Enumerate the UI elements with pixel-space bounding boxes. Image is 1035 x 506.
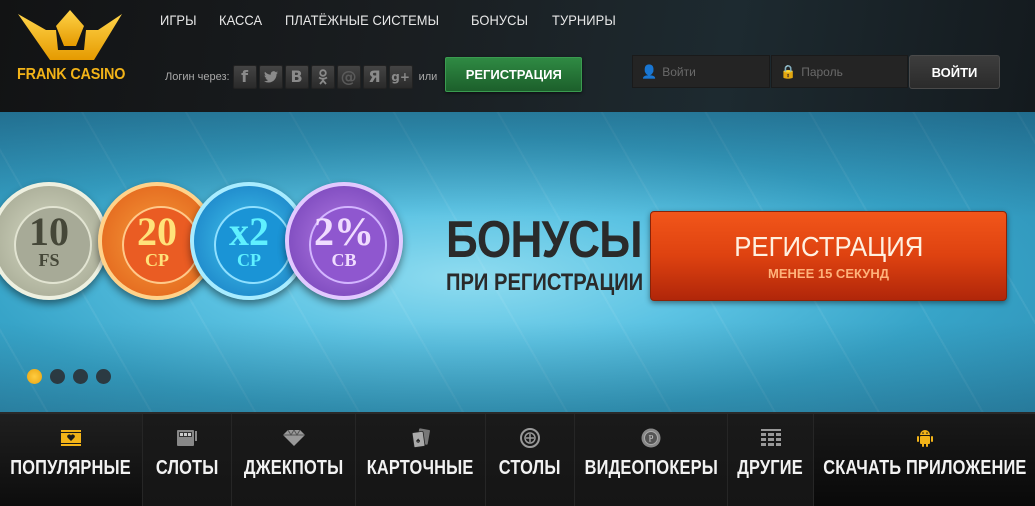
- category-label: СЛОТЫ: [155, 457, 219, 479]
- slider-dot[interactable]: [96, 369, 111, 384]
- user-icon: 👤: [641, 63, 658, 79]
- category-label: СКАЧАТЬ ПРИЛОЖЕНИЕ: [822, 457, 1027, 479]
- chip-cashback: 2% CB: [285, 182, 403, 300]
- chip-value: x2: [229, 209, 269, 254]
- username-input[interactable]: [662, 64, 763, 79]
- slider-dot[interactable]: [73, 369, 88, 384]
- category-label: СТОЛЫ: [499, 457, 561, 479]
- category-popular[interactable]: ПОПУЛЯРНЫЕ: [0, 414, 143, 506]
- svg-text:P: P: [648, 434, 653, 444]
- odnoklassniki-icon[interactable]: [310, 64, 335, 89]
- slider-dot[interactable]: [27, 369, 42, 384]
- slider-dots: [27, 369, 111, 384]
- page: FRANK CASINO ИГРЫ КАССА ПЛАТЁЖНЫЕ СИСТЕМ…: [0, 0, 1035, 506]
- chip-label: CB: [331, 250, 357, 270]
- promo-text: БОНУСЫ ПРИ РЕГИСТРАЦИИ: [446, 212, 681, 298]
- chip-free-spins: 10 FS: [0, 182, 108, 300]
- mailru-icon[interactable]: @: [336, 64, 361, 89]
- category-label: КАРТОЧНЫЕ: [367, 457, 474, 479]
- login-button[interactable]: ВОЙТИ: [909, 55, 1000, 89]
- facebook-icon[interactable]: f: [232, 64, 257, 89]
- popular-icon: [61, 428, 81, 448]
- banner-register-note: МЕНЕЕ 15 СЕКУНД: [768, 265, 889, 281]
- nav-bonuses[interactable]: БОНУСЫ: [471, 12, 528, 28]
- slot-machine-icon: [176, 428, 198, 448]
- android-icon: [916, 428, 933, 448]
- google-plus-icon[interactable]: g+: [388, 64, 413, 89]
- chip-value: 2%: [314, 209, 374, 254]
- password-input[interactable]: [801, 64, 902, 79]
- social-login-label: Логин через:: [165, 70, 230, 83]
- cards-icon: ♠: [411, 428, 430, 448]
- or-label: или: [418, 70, 438, 83]
- yandex-icon[interactable]: Я: [362, 64, 387, 89]
- chip-label: CP: [145, 250, 169, 270]
- nav-tournaments[interactable]: ТУРНИРЫ: [552, 12, 616, 28]
- category-card-games[interactable]: ♠ КАРТОЧНЫЕ: [356, 414, 486, 506]
- promo-banner[interactable]: 10 FS 20 CP x2 CP 2% CB БОНУСЫ ПРИ РЕГИС…: [0, 112, 1035, 412]
- category-video-poker[interactable]: P ВИДЕОПОКЕРЫ: [575, 414, 728, 506]
- poker-chip-icon: P: [641, 428, 661, 448]
- category-other[interactable]: ДРУГИЕ: [728, 414, 814, 506]
- promo-subtitle: ПРИ РЕГИСТРАЦИИ: [446, 269, 644, 296]
- password-field[interactable]: 🔒: [771, 55, 908, 88]
- social-login: Логин через: f B @ Я g+ или РЕГИСТРАЦИЯ: [165, 57, 583, 92]
- crown-icon: [18, 10, 122, 60]
- username-field[interactable]: 👤: [632, 55, 770, 88]
- grid-icon: [760, 428, 781, 448]
- lock-icon: 🔒: [780, 63, 797, 79]
- category-slots[interactable]: СЛОТЫ: [143, 414, 232, 506]
- header: FRANK CASINO ИГРЫ КАССА ПЛАТЁЖНЫЕ СИСТЕМ…: [0, 0, 1035, 112]
- category-tables[interactable]: СТОЛЫ: [486, 414, 575, 506]
- category-label: ДЖЕКПОТЫ: [243, 457, 344, 479]
- logo[interactable]: [10, 8, 130, 104]
- banner-register-button[interactable]: РЕГИСТРАЦИЯ МЕНЕЕ 15 СЕКУНД: [650, 211, 1007, 301]
- promo-title: БОНУСЫ: [446, 211, 643, 269]
- nav-games[interactable]: ИГРЫ: [160, 12, 197, 28]
- register-button[interactable]: РЕГИСТРАЦИЯ: [445, 57, 583, 92]
- category-download-app[interactable]: СКАЧАТЬ ПРИЛОЖЕНИЕ: [814, 414, 1035, 506]
- vkontakte-icon[interactable]: B: [284, 64, 309, 89]
- nav-payment-systems[interactable]: ПЛАТЁЖНЫЕ СИСТЕМЫ: [285, 12, 439, 28]
- banner-register-label: РЕГИСТРАЦИЯ: [733, 230, 924, 262]
- nav-cashier[interactable]: КАССА: [219, 12, 262, 28]
- slider-dot[interactable]: [50, 369, 65, 384]
- category-label: ПОПУЛЯРНЫЕ: [10, 457, 132, 479]
- chip-value: 20: [137, 209, 177, 254]
- category-nav: ПОПУЛЯРНЫЕ СЛОТЫ ДЖЕКПОТЫ ♠ КАРТОЧНЫЕ СТ…: [0, 412, 1035, 506]
- roulette-icon: [520, 428, 540, 448]
- chip-value: 10: [29, 209, 69, 254]
- chip-label: FS: [38, 250, 60, 270]
- category-label: ВИДЕОПОКЕРЫ: [584, 457, 718, 479]
- category-jackpots[interactable]: ДЖЕКПОТЫ: [232, 414, 356, 506]
- category-label: ДРУГИЕ: [737, 457, 804, 479]
- logo-text: FRANK CASINO: [17, 66, 126, 83]
- diamond-icon: [282, 428, 305, 448]
- top-nav: ИГРЫ КАССА ПЛАТЁЖНЫЕ СИСТЕМЫ БОНУСЫ ТУРН…: [160, 12, 641, 28]
- chip-label: CP: [237, 250, 261, 270]
- twitter-icon[interactable]: [258, 64, 283, 89]
